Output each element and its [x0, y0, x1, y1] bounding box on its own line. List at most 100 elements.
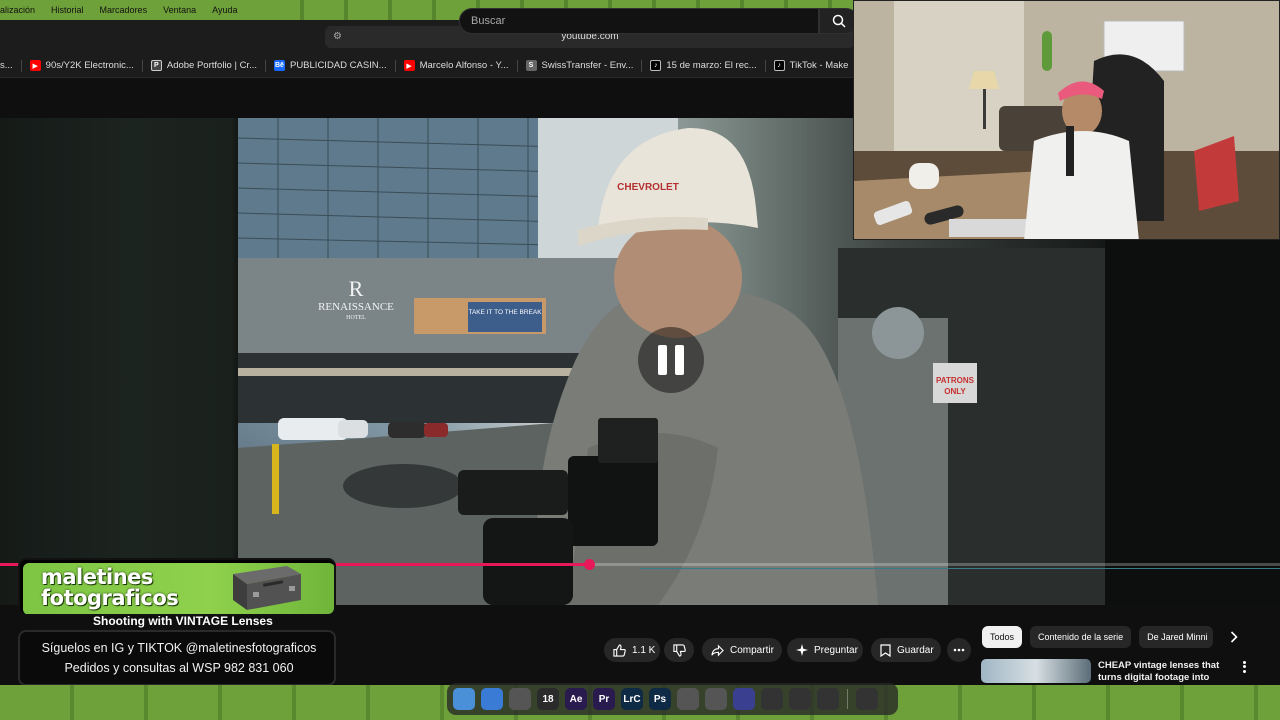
save-label: Guardar [897, 644, 934, 656]
like-button[interactable]: 1.1 K [604, 638, 660, 662]
pause-button[interactable] [638, 327, 704, 393]
chip-from-channel[interactable]: De Jared Minni [1139, 626, 1214, 648]
menu-item-historial[interactable]: Historial [51, 5, 84, 15]
ask-button[interactable]: Preguntar [787, 638, 863, 662]
screen: { "menubar": { "items": ["alización", "H… [0, 0, 1280, 720]
recommendation-thumbnail[interactable] [981, 659, 1091, 683]
hotel-sign-sub: HOTEL [346, 315, 366, 321]
patrons-sign-line-2: ONLY [944, 387, 966, 396]
menu-item-actualizacion[interactable]: alización [0, 5, 35, 15]
discord-icon[interactable] [733, 688, 755, 710]
youtube-icon: ▶ [403, 60, 415, 71]
streamer-webcam [853, 0, 1280, 240]
macos-dock: 18 Ae Pr LrC Ps [447, 683, 898, 715]
tiktok-icon: ♪ [773, 60, 785, 71]
search-box [459, 8, 819, 34]
like-count: 1.1 K [632, 644, 656, 656]
search-input[interactable] [460, 9, 818, 33]
app-store-icon[interactable] [677, 688, 699, 710]
bookmark-separator [641, 59, 643, 72]
pause-icon-bar [658, 345, 667, 375]
bookmark-item[interactable]: ♪ TikTok - Make [773, 60, 849, 71]
search-icon [832, 14, 846, 28]
sponsor-follow-text: Síguelos en IG y TIKTOK @maletinesfotogr… [41, 641, 317, 655]
bookmark-separator [516, 59, 518, 72]
bookmark-item[interactable]: P Adobe Portfolio | Cr... [150, 60, 257, 71]
bookmark-label: 90s/Y2K Electronic... [45, 60, 134, 71]
bookmark-separator [141, 59, 143, 72]
chips-next-button[interactable] [1226, 628, 1242, 646]
bookmark-separator [764, 59, 766, 72]
dislike-button[interactable] [664, 638, 694, 662]
safari-icon[interactable] [481, 688, 503, 710]
progress-scrubber-handle[interactable] [583, 559, 595, 570]
recommendation-chips: Todos Contenido de la serie De Jared Min… [982, 626, 1214, 648]
share-label: Compartir [730, 644, 774, 656]
pause-icon-bar [675, 345, 684, 375]
chevron-right-icon [1230, 631, 1238, 643]
bookmark-item[interactable]: s... [0, 60, 13, 71]
more-vertical-icon [1242, 670, 1246, 674]
cap-text: CHEVROLET [617, 182, 679, 193]
thumbs-down-icon [672, 643, 686, 657]
bookmark-label: Adobe Portfolio | Cr... [166, 60, 257, 71]
sponsor-brand-line-2: fotograficos [41, 586, 179, 610]
ask-label: Preguntar [814, 644, 858, 656]
lightroom-classic-icon[interactable]: LrC [621, 688, 643, 710]
obs-icon[interactable] [817, 688, 839, 710]
bookmark-separator [394, 59, 396, 72]
activity-monitor-icon[interactable] [789, 688, 811, 710]
hotel-sign-letter: R [349, 276, 364, 301]
menu-item-ayuda[interactable]: Ayuda [212, 5, 237, 15]
more-vertical-icon [1242, 665, 1246, 669]
sponsor-contact-card: Síguelos en IG y TIKTOK @maletinesfotogr… [18, 630, 336, 686]
webcam-scene [854, 1, 1279, 239]
calendar-icon[interactable]: 18 [537, 688, 559, 710]
bookmark-label: SwissTransfer - Env... [541, 60, 634, 71]
bookmarks-bar: s... ▶ 90s/Y2K Electronic... P Adobe Portf… [0, 54, 853, 78]
camera-case-icon [233, 566, 301, 610]
music-icon[interactable] [761, 688, 783, 710]
bookmark-item[interactable]: ▶ 90s/Y2K Electronic... [29, 60, 134, 71]
youtube-icon: ▶ [29, 60, 41, 71]
bookmark-item[interactable]: ▶ Marcelo Alfonso - Y... [403, 60, 509, 71]
transfer-icon[interactable] [705, 688, 727, 710]
trash-icon[interactable] [856, 688, 878, 710]
bookmark-item[interactable]: ♪ 15 de marzo: El rec... [650, 60, 757, 71]
sponsor-brand-line-1: maletines [41, 565, 153, 589]
more-actions-button[interactable] [947, 638, 971, 662]
finder-icon[interactable] [453, 688, 475, 710]
after-effects-icon[interactable]: Ae [565, 688, 587, 710]
thumbs-up-icon [613, 643, 626, 657]
sponsor-contact-text: Pedidos y consultas al WSP 982 831 060 [64, 661, 294, 675]
notes-icon[interactable] [509, 688, 531, 710]
patrons-sign-line-1: PATRONS [936, 376, 975, 385]
hotel-sign-name: RENAISSANCE [318, 301, 394, 313]
menu-item-ventana[interactable]: Ventana [163, 5, 196, 15]
billboard-text: TAKE IT TO THE BREAK [468, 309, 542, 316]
chip-series[interactable]: Contenido de la serie [1030, 626, 1132, 648]
premiere-icon[interactable]: Pr [593, 688, 615, 710]
tiktok-icon: ♪ [650, 60, 662, 71]
bookmark-label: Marcelo Alfonso - Y... [419, 60, 509, 71]
bookmark-icon [880, 643, 891, 657]
behance-icon: Bē [273, 60, 285, 71]
recommendation-menu-button[interactable] [1238, 660, 1250, 674]
save-button[interactable]: Guardar [871, 638, 941, 662]
share-button[interactable]: Compartir [702, 638, 782, 662]
dock-separator [847, 689, 848, 709]
menu-item-marcadores[interactable]: Marcadores [100, 5, 148, 15]
sparkle-icon [796, 644, 808, 656]
recommendation-title[interactable]: CHEAP vintage lenses that turns digital … [1098, 660, 1228, 684]
portfolio-icon: P [150, 60, 162, 71]
photoshop-icon[interactable]: Ps [649, 688, 671, 710]
bookmark-item[interactable]: S SwissTransfer - Env... [525, 60, 634, 71]
bookmark-separator [264, 59, 266, 72]
chip-all[interactable]: Todos [982, 626, 1023, 648]
bookmark-item[interactable]: Bē PUBLICIDAD CASIN... [273, 60, 387, 71]
more-vertical-icon [1242, 660, 1246, 664]
youtube-header [0, 78, 853, 118]
bookmark-label: TikTok - Make [789, 60, 849, 71]
bookmark-label: s... [0, 60, 13, 71]
more-horizontal-icon [953, 648, 965, 652]
